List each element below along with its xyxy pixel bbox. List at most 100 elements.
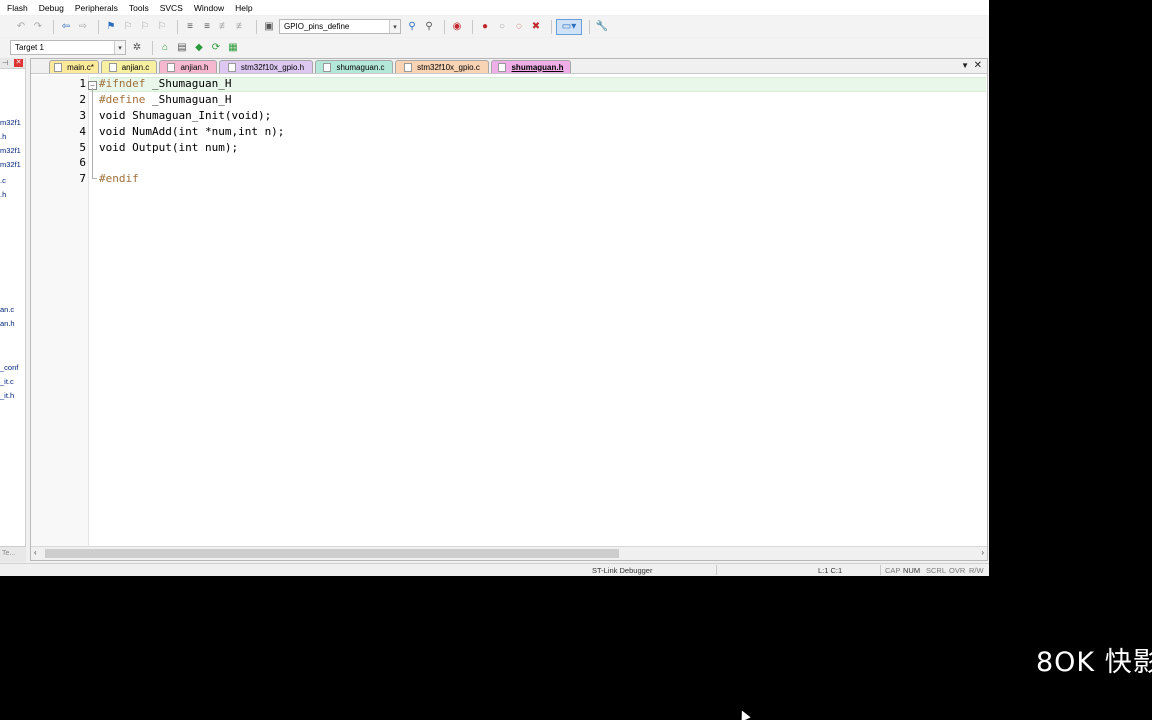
tab-main-c[interactable]: main.c* (49, 60, 99, 73)
code-line-7[interactable]: #endif (99, 171, 139, 187)
line-number: 2 (79, 93, 86, 106)
find-icon[interactable]: ⚲ (405, 20, 419, 34)
file-icon (498, 62, 507, 72)
redo-icon[interactable]: ↷ (31, 20, 45, 34)
manage-rte-icon[interactable]: ⟳ (209, 41, 223, 55)
file-icon (323, 62, 332, 72)
file-icon (54, 62, 63, 72)
status-bar: ST-Link Debugger L:1 C:1 CAP NUM SCRL OV… (0, 563, 989, 576)
chevron-down-icon[interactable]: ▾ (389, 20, 400, 33)
line-number: 3 (79, 109, 86, 122)
scroll-right-icon[interactable]: › (981, 548, 984, 557)
uncomment-icon[interactable]: ≢ (234, 20, 248, 34)
debug-session-icon[interactable]: ◉ (450, 20, 464, 34)
menu-debug[interactable]: Debug (39, 3, 64, 13)
scrollbar-thumb[interactable] (45, 549, 619, 558)
file-extensions-icon[interactable]: ▤ (175, 41, 189, 55)
bookmark-icon[interactable]: ⚑ (104, 20, 118, 34)
project-tree-item[interactable]: .h (0, 190, 25, 199)
code-area[interactable]: #ifndef _Shumaguan_H #define _Shumaguan_… (90, 75, 986, 546)
file-icon (108, 62, 117, 72)
find-combo[interactable]: GPIO_pins_define ▾ (279, 19, 401, 34)
tab-list-dropdown-icon[interactable]: ▼ (961, 61, 969, 70)
chevron-down-icon[interactable]: ▾ (114, 41, 125, 54)
incremental-find-icon[interactable]: ⚲ (422, 20, 436, 34)
tab-anjian-h[interactable]: anjian.h (159, 60, 217, 73)
status-divider (880, 565, 881, 575)
tab-shumaguan-c[interactable]: shumaguan.c (315, 60, 393, 73)
code-line-3[interactable]: void Shumaguan_Init(void); (99, 108, 271, 124)
find-combo-value: GPIO_pins_define (284, 22, 350, 31)
watermark-logo: 8OK 快影 (1036, 647, 1152, 678)
tab-stm32f10x-gpio-c[interactable]: stm32f10x_gpio.c (395, 60, 489, 73)
code-line-1[interactable]: #ifndef _Shumaguan_H (99, 76, 231, 92)
horizontal-scrollbar[interactable]: ‹ › (31, 546, 987, 560)
code-line-4[interactable]: void NumAdd(int *num,int n); (99, 124, 284, 140)
project-panel-tab[interactable]: Te... (0, 546, 26, 562)
navigate-back-icon[interactable]: ⇦ (59, 20, 73, 34)
disable-all-breakpoints-icon[interactable]: ◌ (512, 20, 526, 34)
file-icon (167, 62, 176, 72)
window-layout-icon[interactable]: ▭▾ (556, 18, 582, 35)
project-tree-item[interactable]: _conf (0, 363, 25, 372)
file-icon (227, 62, 236, 72)
kill-breakpoints-icon[interactable]: ✖ (529, 20, 543, 34)
configure-icon[interactable]: 🔧 (595, 20, 609, 34)
project-tree-item[interactable]: an.c (0, 305, 25, 314)
indent-icon[interactable]: ≡ (183, 20, 197, 34)
cursor-position: L:1 C:1 (818, 566, 843, 575)
scroll-left-icon[interactable]: ‹ (34, 548, 37, 557)
menu-bar: Flash Debug Peripherals Tools SVCS Windo… (0, 0, 989, 15)
tab-anjian-c[interactable]: anjian.c (101, 60, 157, 73)
menu-peripherals[interactable]: Peripherals (75, 3, 118, 13)
editor: main.c* anjian.c anjian.h stm32f10x_gpio… (30, 58, 988, 561)
scroll-lock-indicator: SCRL (926, 566, 947, 575)
line-number: 4 (79, 125, 86, 138)
num-lock-indicator: NUM (903, 566, 921, 575)
navigate-forward-icon[interactable]: ⇨ (76, 20, 90, 34)
menu-flash[interactable]: Flash (7, 3, 28, 13)
project-tree-item[interactable]: m32f1 (0, 160, 25, 169)
find-in-files-icon[interactable]: ▣ (262, 20, 276, 34)
toolbar-separator (177, 19, 178, 34)
project-tree-item[interactable]: .c (0, 176, 25, 185)
target-options-icon[interactable]: ✲ (130, 41, 144, 55)
menu-tools[interactable]: Tools (129, 3, 149, 13)
close-tab-icon[interactable]: ✕ (974, 60, 982, 71)
project-tree-item[interactable]: m32f1 (0, 118, 25, 127)
comment-icon[interactable]: ≢ (217, 20, 231, 34)
code-line-2[interactable]: #define _Shumaguan_H (99, 92, 231, 108)
prev-bookmark-icon[interactable]: ⚐ (121, 20, 135, 34)
disable-breakpoint-icon[interactable]: ○ (495, 20, 509, 34)
build-toolbar: Target 1 ▾ ✲ ⌂ ▤ ◆ ⟳ ▦ (0, 38, 989, 57)
toolbar-separator (444, 19, 445, 34)
project-panel-header: ⊣ ✕ (0, 58, 25, 69)
next-bookmark-icon[interactable]: ⚐ (138, 20, 152, 34)
menu-help[interactable]: Help (235, 3, 252, 13)
clear-bookmarks-icon[interactable]: ⚐ (155, 20, 169, 34)
manage-project-items-icon[interactable]: ⌂ (158, 41, 172, 55)
toolbar-separator (152, 40, 153, 55)
batch-setup-icon[interactable]: ▦ (226, 41, 240, 55)
tab-stm32f10x-gpio-h[interactable]: stm32f10x_gpio.h (219, 60, 313, 73)
project-tree-item[interactable]: .h (0, 132, 25, 141)
project-tree-item[interactable]: m32f1 (0, 146, 25, 155)
select-pack-icon[interactable]: ◆ (192, 41, 206, 55)
mouse-cursor-icon (737, 708, 751, 720)
unindent-icon[interactable]: ≡ (200, 20, 214, 34)
project-tree-item[interactable]: _it.c (0, 377, 25, 386)
close-icon[interactable]: ✕ (14, 59, 23, 67)
file-toolbar: ↶ ↷ ⇦ ⇨ ⚑ ⚐ ⚐ ⚐ ≡ ≡ ≢ ≢ ▣ GPIO_pins_defi… (0, 16, 989, 37)
debugger-status: ST-Link Debugger (592, 566, 653, 575)
code-line-5[interactable]: void Output(int num); (99, 140, 238, 156)
pin-icon[interactable]: ⊣ (2, 59, 8, 67)
target-combo[interactable]: Target 1 ▾ (10, 40, 126, 55)
project-tree-item[interactable]: _it.h (0, 391, 25, 400)
menu-window[interactable]: Window (194, 3, 224, 13)
undo-icon[interactable]: ↶ (14, 20, 28, 34)
breakpoint-icon[interactable]: ● (478, 20, 492, 34)
toolbar-separator (472, 19, 473, 34)
tab-shumaguan-h[interactable]: shumaguan.h (491, 60, 571, 73)
project-tree-item[interactable]: an.h (0, 319, 25, 328)
menu-svcs[interactable]: SVCS (160, 3, 183, 13)
